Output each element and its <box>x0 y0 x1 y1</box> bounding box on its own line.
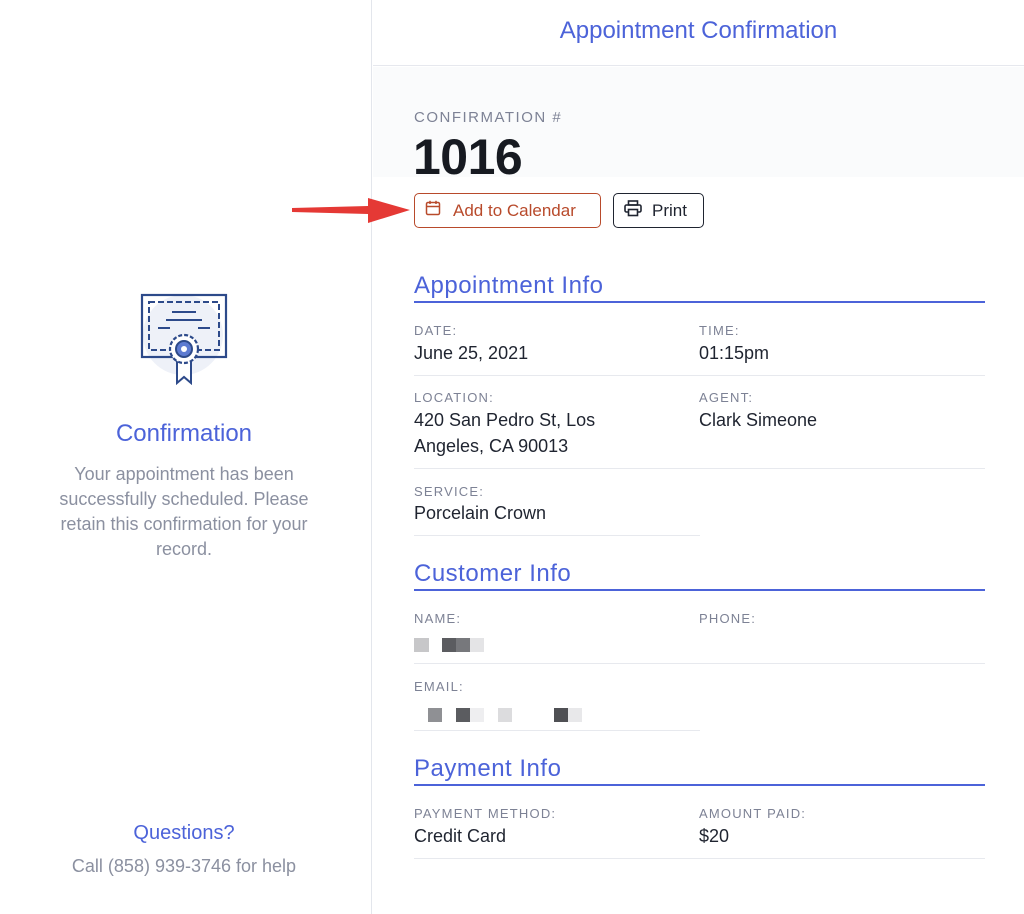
payment-method-value: Credit Card <box>414 826 507 846</box>
row-divider <box>414 535 700 536</box>
phone-label: PHONE: <box>699 611 757 626</box>
confirmation-description: Your appointment has been successfully s… <box>59 464 309 559</box>
time-value: 01:15pm <box>699 343 770 363</box>
row-divider <box>414 375 985 376</box>
page-title: Appointment Confirmation <box>559 17 838 44</box>
printer-icon <box>624 199 642 222</box>
location-line2: Angeles, CA 90013 <box>414 436 569 456</box>
email-label: EMAIL: <box>414 679 464 694</box>
amount-paid-value: $20 <box>699 826 730 846</box>
payment-method-label: PAYMENT METHOD: <box>414 806 557 821</box>
agent-label: AGENT: <box>699 390 754 405</box>
help-phone-text: Call (858) 939-3746 for help <box>71 856 297 876</box>
left-panel: Confirmation Your appointment has been s… <box>0 0 372 914</box>
row-divider <box>414 730 700 731</box>
amount-paid-label: AMOUNT PAID: <box>699 806 807 821</box>
print-label: Print <box>652 200 687 220</box>
date-label: DATE: <box>414 323 458 338</box>
row-divider <box>414 663 985 664</box>
row-divider <box>414 858 985 859</box>
location-label: LOCATION: <box>414 390 494 405</box>
confirmation-number-label: CONFIRMATION # <box>414 109 563 126</box>
annotation-arrow-icon <box>290 188 414 237</box>
add-to-calendar-button[interactable]: Add to Calendar <box>414 193 601 228</box>
page-header: Appointment Confirmation <box>373 0 1024 66</box>
payment-info-heading: Payment Info <box>414 755 562 782</box>
date-value: June 25, 2021 <box>414 343 529 363</box>
service-value: Porcelain Crown <box>414 503 547 523</box>
questions-heading: Questions? <box>133 822 235 844</box>
customer-info-rule <box>414 589 985 591</box>
calendar-icon <box>425 200 441 221</box>
appointment-info-heading: Appointment Info <box>414 272 604 299</box>
right-panel: Appointment Confirmation CONFIRMATION # … <box>373 0 1024 914</box>
service-label: SERVICE: <box>414 484 485 499</box>
add-to-calendar-label: Add to Calendar <box>453 200 576 220</box>
payment-info-rule <box>414 784 985 786</box>
certificate-icon <box>140 290 230 385</box>
name-label: NAME: <box>414 611 462 626</box>
confirmation-heading: Confirmation <box>115 420 253 447</box>
appointment-info-rule <box>414 301 985 303</box>
time-label: TIME: <box>699 323 740 338</box>
customer-info-heading: Customer Info <box>414 560 572 587</box>
location-line1: 420 San Pedro St, Los <box>414 410 596 430</box>
row-divider <box>414 468 985 469</box>
confirmation-number: 1016 <box>413 129 523 185</box>
agent-value: Clark Simeone <box>699 410 818 430</box>
print-button[interactable]: Print <box>613 193 704 228</box>
